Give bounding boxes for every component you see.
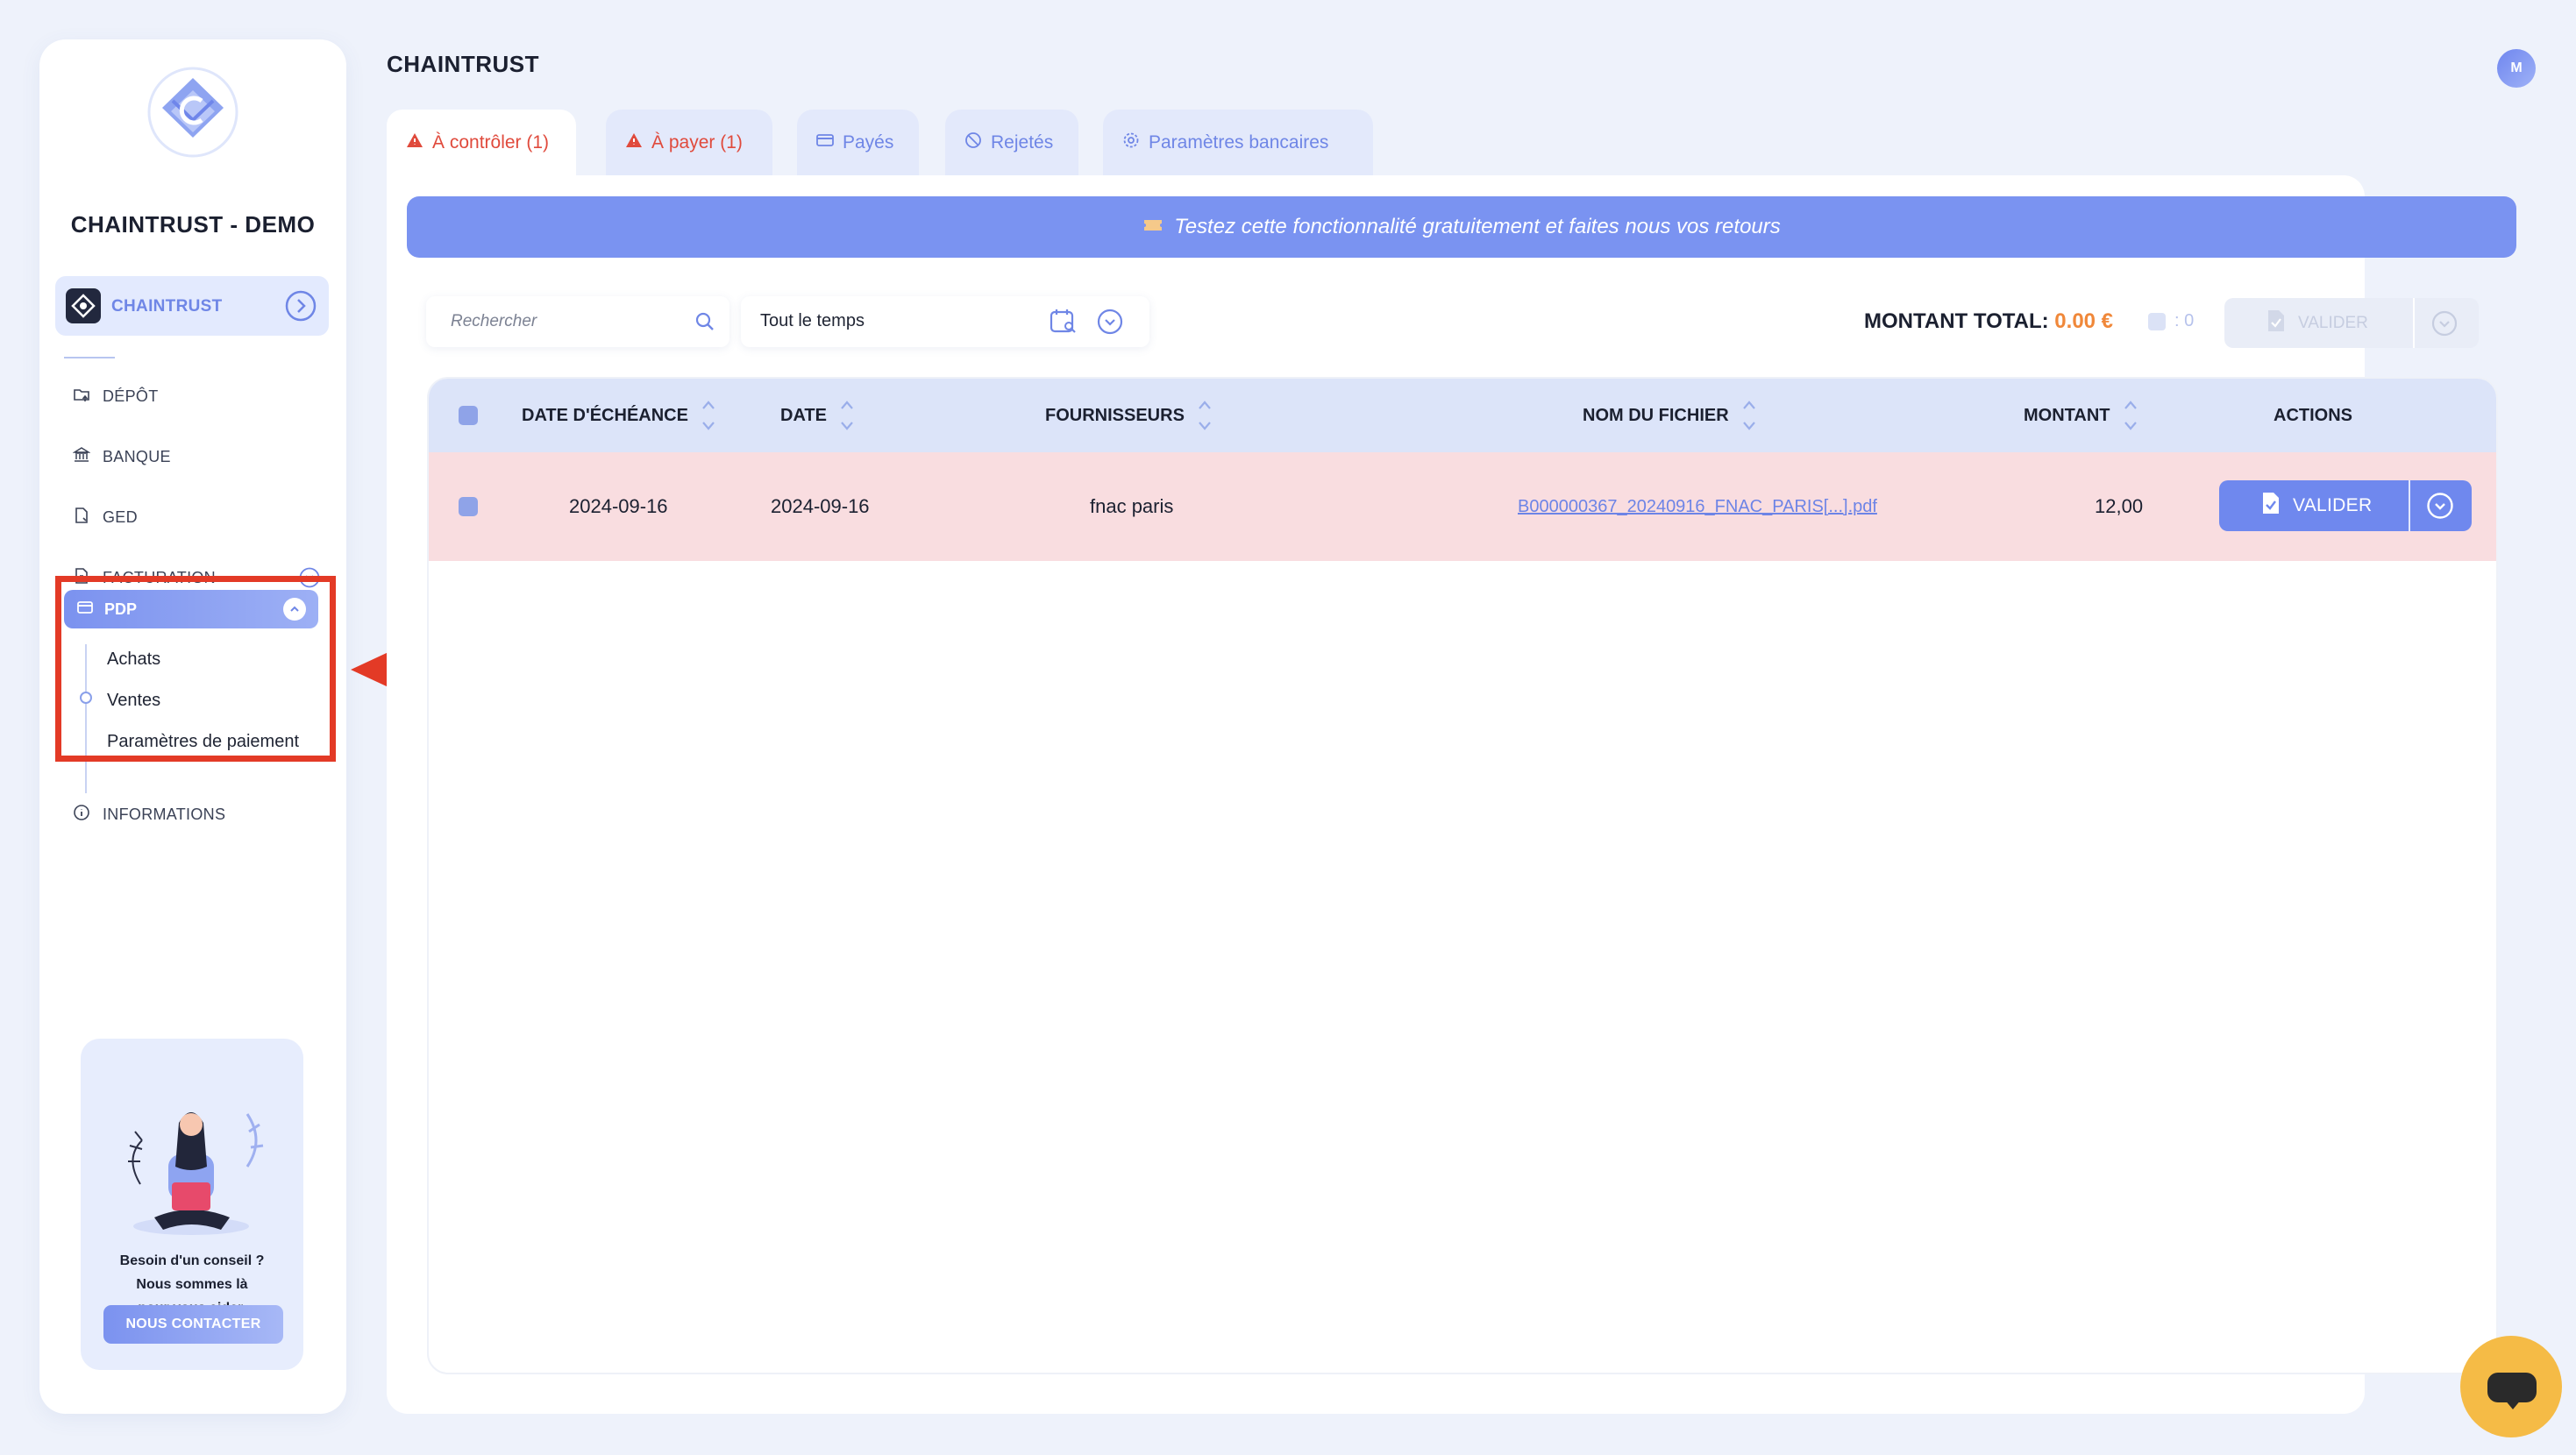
column-header-file-name[interactable]: NOM DU FICHIER [1583,379,1757,452]
tab-label: Payés [843,131,894,153]
meditating-woman-illustration [116,1070,268,1241]
sort-icon[interactable] [1197,400,1213,431]
page-title: CHAINTRUST [387,51,539,77]
ban-icon [964,131,982,154]
ticket-icon [1142,215,1163,239]
sidebar-item-label: BANQUE [103,447,171,465]
warning-icon [406,132,423,153]
row-validate-group: VALIDER [2219,480,2472,531]
cell-amount: 12,00 [2095,495,2144,517]
chevron-right-icon[interactable] [285,290,317,322]
button-divider [2413,298,2415,348]
sort-icon[interactable] [2123,400,2138,431]
company-logo [146,66,239,159]
document-check-icon [2261,492,2281,520]
warning-icon [625,132,643,153]
chat-widget-button[interactable] [2460,1336,2562,1437]
period-filter[interactable]: Tout le temps [741,296,1149,347]
select-all-checkbox[interactable] [2148,312,2166,330]
help-card: Besoin d'un conseil ? Nous sommes là pou… [81,1039,303,1370]
sort-icon[interactable] [1741,400,1757,431]
tab-label: À payer (1) [651,131,743,153]
cell-due-date: 2024-09-16 [569,495,668,517]
chevron-down-icon[interactable] [2431,310,2458,341]
validate-button[interactable]: VALIDER [2219,480,2409,531]
column-header-actions: ACTIONS [2274,405,2352,425]
organization-name: CHAINTRUST [111,297,223,316]
tab-a-payer[interactable]: À payer (1) [606,110,772,175]
bulk-validate-label: VALIDER [2298,313,2368,332]
tab-label: Rejetés [991,131,1054,153]
column-header-suppliers[interactable]: FOURNISSEURS [1045,379,1213,452]
period-filter-value: Tout le temps [760,311,865,330]
document-check-icon [2266,309,2286,337]
banner-text: Testez cette fonctionnalité gratuitement… [1174,215,1781,238]
sidebar-item-label: DÉPÔT [103,387,159,405]
folder-upload-icon [73,386,90,408]
tab-a-controler[interactable]: À contrôler (1) [387,110,576,175]
sidebar-item-label: GED [103,507,138,526]
total-amount: MONTANT TOTAL: 0.00 € [1864,309,2113,334]
search-box [426,296,729,347]
invoices-table: DATE D'ÉCHÉANCE DATE FOURNISSEURS NOM DU… [427,377,2498,1374]
cell-file-name-link[interactable]: B000000367_20240916_FNAC_PARIS[...].pdf [1518,452,1877,561]
company-name: CHAINTRUST - DEMO [70,211,316,238]
table-header: DATE D'ÉCHÉANCE DATE FOURNISSEURS NOM DU… [429,379,2496,452]
total-amount-value: 0.00 € [2054,309,2114,333]
sidebar-divider [64,357,115,358]
info-icon [73,804,90,826]
column-header-date[interactable]: DATE [780,379,855,452]
highlight-annotation-box [55,576,336,762]
chat-bubble-tail [2504,1399,2522,1409]
chat-bubble-icon [2487,1373,2537,1402]
column-header-amount[interactable]: MONTANT [2024,379,2138,452]
bulk-validate-group: VALIDER [2224,298,2479,348]
tab-payes[interactable]: Payés [797,110,919,175]
table-row[interactable]: 2024-09-16 2024-09-16 fnac paris B000000… [429,452,2496,561]
search-icon[interactable] [694,311,715,337]
info-banner: Testez cette fonctionnalité gratuitement… [407,196,2516,258]
search-input[interactable] [451,307,687,337]
tab-label: Paramètres bancaires [1149,131,1329,153]
cell-date: 2024-09-16 [771,495,870,517]
sidebar-item-label: INFORMATIONS [103,805,226,823]
contact-us-button[interactable]: NOUS CONTACTER [103,1305,283,1344]
user-avatar[interactable]: M [2497,49,2536,88]
sidebar-item-banque[interactable]: BANQUE [72,439,336,474]
total-amount-label: MONTANT TOTAL: [1864,309,2049,333]
button-divider [2409,480,2410,531]
document-icon [73,507,90,529]
tab-parametres-bancaires[interactable]: Paramètres bancaires [1103,110,1373,175]
organization-switcher[interactable]: CHAINTRUST [55,276,329,336]
calendar-search-icon[interactable] [1050,309,1078,339]
chevron-down-icon[interactable] [2426,492,2454,524]
sort-icon[interactable] [839,400,855,431]
tab-label: À contrôler (1) [432,131,550,153]
sidebar-item-informations[interactable]: INFORMATIONS [73,797,336,832]
chevron-down-icon[interactable] [1097,309,1123,339]
sidebar-item-ged[interactable]: GED [73,500,336,535]
header-checkbox[interactable] [459,379,478,452]
bulk-validate-button[interactable]: VALIDER [2224,298,2413,348]
tab-rejetes[interactable]: Rejetés [945,110,1078,175]
organization-logo [66,288,101,323]
row-checkbox[interactable] [459,452,478,561]
selected-count: : 0 [2148,311,2194,331]
card-icon [816,132,834,153]
column-header-due-date[interactable]: DATE D'ÉCHÉANCE [522,379,716,452]
selected-count-value: : 0 [2174,311,2195,330]
cell-supplier: fnac paris [1090,495,1174,517]
sort-icon[interactable] [701,400,716,431]
gear-icon [1122,131,1140,154]
validate-label: VALIDER [2293,495,2373,515]
bank-icon [72,446,91,468]
sidebar-item-depot[interactable]: DÉPÔT [73,379,336,414]
